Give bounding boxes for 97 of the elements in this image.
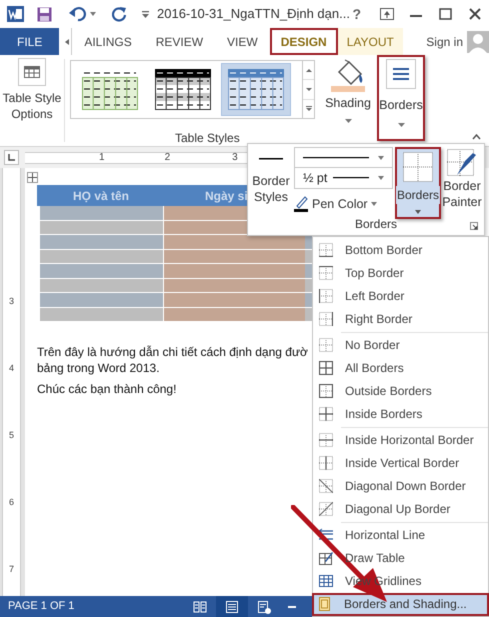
- undo-icon[interactable]: [69, 6, 87, 22]
- table-style-options-button[interactable]: Table Style Options: [0, 55, 64, 146]
- move-cross-icon: [28, 173, 37, 182]
- diagonal-up-border-icon: [319, 502, 333, 516]
- menu-item[interactable]: Borders and Shading...: [312, 592, 489, 616]
- lines-icon: [393, 68, 409, 80]
- grid-icon: [319, 574, 333, 588]
- menu-item[interactable]: Diagonal Down Border: [313, 474, 488, 498]
- customize-toolbar-icon[interactable]: [142, 10, 149, 18]
- shading-button[interactable]: Shading: [323, 55, 373, 123]
- ribbon-tab[interactable]: REVIEW: [144, 28, 216, 55]
- maximize-icon[interactable]: [439, 8, 452, 20]
- right-border-icon: [319, 312, 333, 326]
- inside-horizontal-border-icon: [319, 432, 333, 447]
- menu-item[interactable]: Top Border: [313, 261, 488, 284]
- inside-vertical-border-icon: [319, 456, 333, 470]
- menu-item[interactable]: Left Border: [313, 284, 488, 308]
- window-title: 2016-10-31_NgaTTN_Định dạn...: [157, 5, 350, 24]
- all-borders-icon: [319, 360, 333, 375]
- border-painter-icon: [447, 149, 477, 177]
- column-header: Ngày si: [205, 188, 248, 204]
- caret-icon: [398, 122, 404, 127]
- pencil-table-icon: [319, 550, 333, 565]
- save-icon[interactable]: [37, 6, 52, 22]
- caret-icon: [415, 210, 421, 214]
- menu-item[interactable]: Inside Borders: [313, 402, 488, 426]
- menu-item[interactable]: Diagonal Up Border: [313, 498, 488, 521]
- up-arrow-icon: [304, 68, 312, 73]
- dialog-launcher-icon[interactable]: [470, 222, 478, 230]
- caret-icon: [378, 176, 384, 180]
- menu-item[interactable]: No Border: [313, 333, 488, 356]
- paragraph: Trên đây là hướng dẫn chi tiết cách định dạng đườ bảng trong Word 2013.: [37, 344, 308, 376]
- outside-borders-icon: [319, 384, 333, 398]
- caret-icon: [378, 156, 384, 160]
- caret-icon: [370, 202, 377, 206]
- page-icon: [318, 597, 332, 612]
- left-tab-icon: [8, 154, 15, 161]
- table-style-preview-icon: [155, 69, 211, 110]
- top-border-icon: [319, 266, 333, 280]
- tab-selector-button[interactable]: [4, 150, 19, 165]
- scroll-left-icon: [64, 38, 69, 44]
- redo-icon[interactable]: [112, 6, 127, 22]
- sign-in-link[interactable]: Sign in: [422, 32, 467, 50]
- border-grid-icon: [403, 152, 433, 182]
- group-label: Borders: [355, 216, 398, 233]
- menu-item[interactable]: Draw Table: [313, 546, 488, 570]
- print-view-icon: [225, 600, 240, 614]
- caret-icon[interactable]: [90, 12, 96, 16]
- ribbon-tab[interactable]: AILINGS: [72, 28, 144, 55]
- line-weight-dropdown[interactable]: ½ pt: [294, 168, 393, 189]
- table-grid-icon: [24, 66, 40, 78]
- line-sample-icon: [259, 158, 283, 160]
- line-sample-icon: [333, 177, 370, 179]
- view-button[interactable]: [216, 596, 248, 617]
- menu-item[interactable]: All Borders: [313, 356, 488, 380]
- collapse-ribbon-icon[interactable]: [472, 134, 481, 140]
- line-style-dropdown[interactable]: [294, 147, 393, 168]
- menu-item[interactable]: Bottom Border: [313, 238, 488, 262]
- help-button[interactable]: ?: [352, 4, 361, 24]
- no-border-icon: [319, 338, 333, 352]
- ribbon-tab[interactable]: LAYOUT: [338, 28, 403, 55]
- menu-item[interactable]: Inside Vertical Border: [313, 451, 488, 474]
- menu-item[interactable]: Horizontal Line: [313, 523, 488, 546]
- vertical-ruler: 3 4 5 6 7: [2, 168, 21, 596]
- word-logo-icon: [7, 6, 24, 22]
- diagonal-down-border-icon: [319, 479, 333, 494]
- ribbon-tab[interactable]: FILE: [0, 28, 60, 55]
- paint-bucket-icon: [331, 58, 365, 92]
- left-border-icon: [319, 289, 333, 304]
- border-painter-button[interactable]: Border Painter: [441, 144, 483, 210]
- ribbon-tab[interactable]: VIEW: [215, 28, 270, 55]
- borders-button[interactable]: Borders: [377, 55, 425, 141]
- menu-item[interactable]: Inside Horizontal Border: [313, 428, 488, 452]
- group-label: Table Styles: [175, 130, 241, 147]
- caret-icon: [344, 118, 352, 123]
- menu-item[interactable]: Right Border: [313, 308, 488, 331]
- line-sample-icon: [303, 156, 369, 158]
- borders-button[interactable]: Borders: [395, 147, 441, 219]
- ribbon-display-icon[interactable]: [380, 8, 394, 20]
- page-indicator: PAGE 1 OF 1: [8, 599, 74, 614]
- pen-icon: [294, 196, 308, 212]
- bottom-border-icon: [319, 242, 333, 257]
- table-style-preview-icon: [228, 69, 284, 110]
- menu-item[interactable]: Outside Borders: [313, 380, 488, 403]
- down-arrow-icon: [304, 86, 312, 92]
- table-style-option[interactable]: [221, 63, 291, 116]
- inside-borders-icon: [319, 407, 333, 422]
- horizontal-line-icon: [319, 528, 333, 542]
- table-move-handle[interactable]: [27, 172, 38, 183]
- close-icon[interactable]: [469, 8, 481, 20]
- more-icon: [304, 106, 312, 112]
- read-view-icon: [193, 600, 208, 614]
- ribbon-tab[interactable]: DESIGN: [270, 28, 338, 55]
- column-header: HỌ và tên: [73, 188, 130, 204]
- pen-color-button[interactable]: Pen Color: [294, 195, 393, 214]
- paragraph: Chúc các bạn thành công!: [37, 381, 176, 397]
- web-view-icon: [257, 600, 272, 614]
